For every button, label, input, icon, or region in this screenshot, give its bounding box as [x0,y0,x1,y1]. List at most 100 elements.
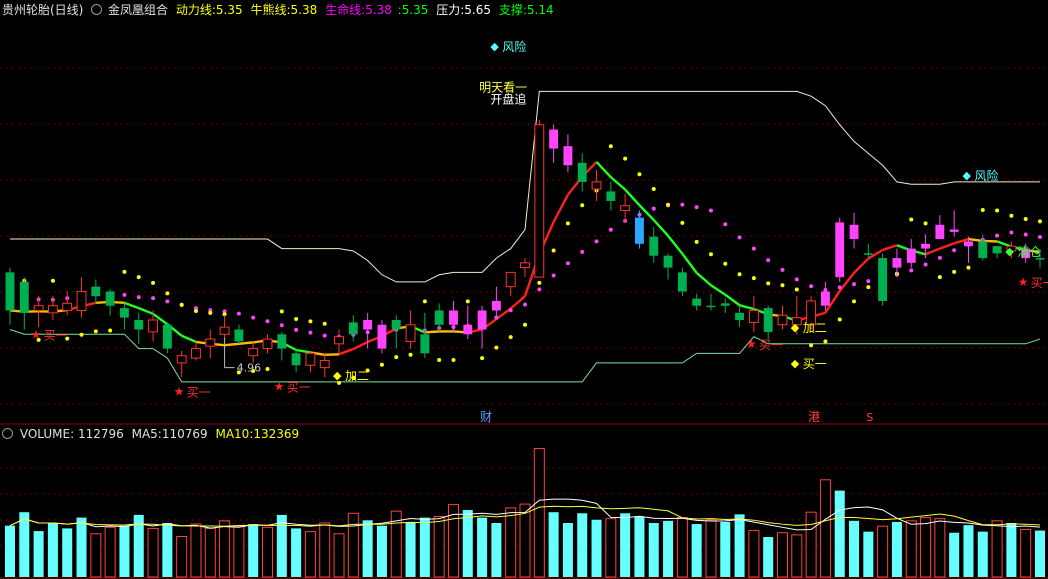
candle-body [863,253,873,255]
candle-body [763,308,773,332]
volume-bar [4,525,16,577]
life-line-segment [509,295,526,310]
volume-bar [548,512,559,577]
power-line-dot [308,319,313,324]
candle-body [219,326,230,335]
hdr-line-1-label: 牛熊线: [250,3,291,17]
candle-body [491,300,501,311]
bull-bear-dot [852,282,857,287]
open-chase-label: 开盘追 [490,91,526,106]
bull-bear-dot [122,292,127,297]
life-line-segment [652,219,669,237]
power-line-dot [151,280,156,285]
indicator-toggle-icon[interactable] [91,4,103,15]
buy-label-icon: ◆ [791,357,800,370]
power-line-dot [937,275,942,280]
life-line-segment [695,271,712,287]
power-line-dot [79,332,84,337]
volume-bar [676,517,688,578]
bull-bear-dot [737,235,742,240]
candle-body [978,241,988,259]
news-marker-fin: 财 [480,410,492,424]
power-line-dot [623,156,628,161]
bull-bear-dot [1023,232,1028,237]
volume-bar [877,525,889,578]
volume-bar [147,527,159,578]
life-line-segment [739,304,755,311]
volume-bar [19,512,30,577]
bull-bear-dot [508,308,513,313]
candle-body [363,320,373,330]
life-line-segment [939,242,955,250]
bull-bear-dot [651,206,656,211]
buy-label: 买一 [1031,276,1048,290]
buy-label: 买一 [759,338,783,352]
candle-body [649,236,659,256]
power-line-dot [909,217,914,222]
volume-bar [533,447,545,578]
volume-bar [691,524,702,577]
life-line-segment [138,306,154,315]
volume-bar [562,523,573,577]
bull-bear-dot [952,248,957,253]
power-line-dot [1038,219,1042,224]
life-line-segment [124,301,140,310]
power-line-dot [823,339,828,344]
buy-label: 买一 [803,357,827,371]
volume-bar [248,524,259,577]
candle-body [420,334,430,354]
power-line-dot [852,299,857,304]
power-line-dot [508,335,513,340]
candle-body [692,298,702,306]
volume-bar [376,525,387,577]
buy-star-icon: ★ [1018,275,1029,289]
bull-bear-dot [322,333,327,338]
candle-body [305,352,316,366]
bull-bear-dot [680,202,685,207]
volume-bar [963,525,974,577]
chart-canvas[interactable]: ★买一★买一★买一★买一★买一◆加二◆加二◆买一◆清仓◆风险◆风险明天看一开盘追… [0,0,1048,579]
hdr-line-3-value: 5.35 [401,3,429,17]
bull-bear-dot [294,327,299,332]
power-line-dot [952,269,957,274]
ma10-value: 132369 [253,427,300,441]
bull-bear-dot [694,205,699,210]
candle-body [434,310,444,325]
volume-bar [863,531,874,577]
candle-body [992,246,1002,254]
volume-bar [905,520,917,578]
volume-bar [949,532,960,577]
volume-label: VOLUME: [19,427,75,441]
add-label: 加二 [345,369,369,383]
volume-bar [620,513,631,577]
volume-bar [776,532,789,578]
indicator-name[interactable]: 金凤凰组合 [108,3,168,17]
volume-bar [734,514,745,577]
candle-body [405,324,416,342]
ma5-value: 110769 [161,427,208,441]
candle-body [820,291,830,306]
volume-bar [333,533,345,578]
bull-bear-dot [723,222,728,227]
bull-bear-dot [794,277,799,282]
hdr-line-2-label: 生命线: [325,3,366,17]
bull-bear-dot [923,262,928,267]
candle-body [505,271,516,288]
candle-body [635,217,644,244]
bull-bear-dot [251,315,256,320]
low-price-label: 4.96 [237,362,261,375]
volume-bar [276,514,287,577]
candle-body [319,359,330,369]
bull-bear-dot [751,246,756,251]
bull-bear-dot [594,239,599,244]
risk-label-icon: ◆ [490,40,499,53]
power-line-dot [379,362,384,367]
volume-bar [291,528,302,577]
life-line-segment [595,161,612,178]
candle-body [835,222,845,278]
bull-bear-dot [580,249,585,254]
volume-toggle-icon[interactable] [2,428,13,439]
volume-bar [849,520,860,577]
volume-bar [805,511,817,578]
candle-body [849,224,859,240]
